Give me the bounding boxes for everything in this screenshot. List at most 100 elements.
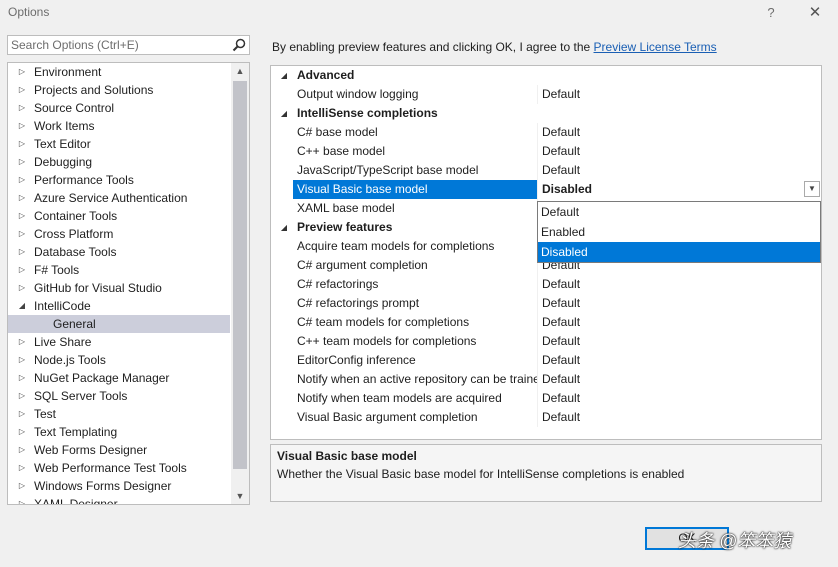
collapsed-arrow-icon[interactable]: ▷ [17,495,27,504]
help-button[interactable]: ? [760,3,782,23]
property-value[interactable]: Default [542,85,580,104]
property-value[interactable]: Default [542,351,580,370]
property-row[interactable]: C++ team models for completions Default [271,332,821,351]
collapse-chevron-icon[interactable]: ◢ [279,66,289,85]
category-row[interactable]: ◢ IntelliSense completions [271,104,821,123]
tree-item[interactable]: ▷ NuGet Package Manager [8,369,230,387]
property-value[interactable]: Default [542,275,580,294]
property-name: JavaScript/TypeScript base model [297,163,479,177]
tree-scrollbar[interactable]: ▲ ▼ [231,63,249,504]
property-value[interactable]: Default [542,389,580,408]
collapsed-arrow-icon[interactable]: ▷ [17,117,27,135]
scroll-down-icon[interactable]: ▼ [231,488,249,504]
tree-item-label: Text Templating [34,425,118,439]
search-box[interactable] [7,35,250,55]
property-row[interactable]: Visual Basic base model Disabled ▼ [271,180,821,199]
tree-item-label: Projects and Solutions [34,83,154,97]
collapse-chevron-icon[interactable]: ◢ [279,218,289,237]
property-row[interactable]: EditorConfig inference Default [271,351,821,370]
property-value[interactable]: Default [542,123,580,142]
collapsed-arrow-icon[interactable]: ▷ [17,225,27,243]
collapsed-arrow-icon[interactable]: ▷ [17,207,27,225]
tree-item[interactable]: ▷ Test [8,405,230,423]
tree-item[interactable]: ▷ SQL Server Tools [8,387,230,405]
collapsed-arrow-icon[interactable]: ▷ [17,243,27,261]
tree-item[interactable]: ▷ Environment [8,63,230,81]
collapsed-arrow-icon[interactable]: ▷ [17,99,27,117]
property-value[interactable]: Default [542,142,580,161]
property-row[interactable]: C# refactorings Default [271,275,821,294]
tree-item[interactable]: ▷ Performance Tools [8,171,230,189]
property-row[interactable]: Notify when team models are acquired Defa… [271,389,821,408]
collapsed-arrow-icon[interactable]: ▷ [17,135,27,153]
collapsed-arrow-icon[interactable]: ▷ [17,441,27,459]
property-row[interactable]: Output window logging Default [271,85,821,104]
tree-item[interactable]: ▷ Work Items [8,117,230,135]
tree-item[interactable]: ▷ Text Templating [8,423,230,441]
dropdown-option[interactable]: Disabled [538,242,820,262]
close-button[interactable]: ✕ [800,2,830,24]
tree-item[interactable]: ▷ Source Control [8,99,230,117]
dropdown-arrow-icon[interactable]: ▼ [804,181,820,197]
tree-item[interactable]: ▷ Debugging [8,153,230,171]
property-row[interactable]: JavaScript/TypeScript base model Default [271,161,821,180]
property-value[interactable]: Default [542,332,580,351]
collapsed-arrow-icon[interactable]: ▷ [17,459,27,477]
property-value[interactable]: Default [542,370,580,389]
search-icon[interactable] [232,38,246,52]
property-row[interactable]: C# refactorings prompt Default [271,294,821,313]
property-row[interactable]: C# team models for completions Default [271,313,821,332]
collapsed-arrow-icon[interactable]: ▷ [17,171,27,189]
tree-item[interactable]: General [8,315,230,333]
tree-item[interactable]: ▷ Web Performance Test Tools [8,459,230,477]
window-title: Options [8,5,50,19]
collapsed-arrow-icon[interactable]: ▷ [17,261,27,279]
category-row[interactable]: ◢ Advanced [271,66,821,85]
property-name: Acquire team models for completions [297,239,495,253]
collapsed-arrow-icon[interactable]: ▷ [17,189,27,207]
collapsed-arrow-icon[interactable]: ▷ [17,423,27,441]
collapsed-arrow-icon[interactable]: ▷ [17,153,27,171]
dropdown-option[interactable]: Default [538,202,820,222]
collapsed-arrow-icon[interactable]: ▷ [17,405,27,423]
collapse-chevron-icon[interactable]: ◢ [279,104,289,123]
tree-item[interactable]: ▷ Container Tools [8,207,230,225]
tree-item[interactable]: ▷ Azure Service Authentication [8,189,230,207]
tree-item[interactable]: ▷ Live Share [8,333,230,351]
collapsed-arrow-icon[interactable]: ▷ [17,351,27,369]
collapsed-arrow-icon[interactable]: ▷ [17,333,27,351]
tree-item[interactable]: ▷ Text Editor [8,135,230,153]
tree-item[interactable]: ▷ Node.js Tools [8,351,230,369]
collapsed-arrow-icon[interactable]: ▷ [17,369,27,387]
property-row[interactable]: Notify when an active repository can be … [271,370,821,389]
tree-item[interactable]: ▷ Database Tools [8,243,230,261]
collapsed-arrow-icon[interactable]: ▷ [17,279,27,297]
expanded-arrow-icon[interactable]: ◢ [17,297,27,315]
property-row[interactable]: Visual Basic argument completion Default [271,408,821,427]
preview-license-link[interactable]: Preview License Terms [594,40,717,54]
tree-item[interactable]: ▷ XAML Designer [8,495,230,504]
tree-item[interactable]: ▷ Projects and Solutions [8,81,230,99]
property-row[interactable]: C# base model Default [271,123,821,142]
collapsed-arrow-icon[interactable]: ▷ [17,63,27,81]
tree-item[interactable]: ▷ GitHub for Visual Studio [8,279,230,297]
tree-item[interactable]: ▷ Windows Forms Designer [8,477,230,495]
dropdown-option[interactable]: Enabled [538,222,820,242]
collapsed-arrow-icon[interactable]: ▷ [17,81,27,99]
collapsed-arrow-icon[interactable]: ▷ [17,477,27,495]
scroll-up-icon[interactable]: ▲ [231,63,249,79]
collapsed-arrow-icon[interactable]: ▷ [17,387,27,405]
tree-item[interactable]: ▷ Cross Platform [8,225,230,243]
search-input[interactable] [11,37,229,53]
property-row[interactable]: C++ base model Default [271,142,821,161]
tree-item[interactable]: ◢ IntelliCode [8,297,230,315]
tree-item[interactable]: ▷ Web Forms Designer [8,441,230,459]
property-value[interactable]: Default [542,294,580,313]
property-value[interactable]: Default [542,161,580,180]
property-name: C# refactorings prompt [297,296,420,310]
scroll-thumb[interactable] [233,81,247,469]
tree-item[interactable]: ▷ F# Tools [8,261,230,279]
property-value[interactable]: Default [542,408,580,427]
property-value[interactable]: Disabled [542,180,592,199]
property-value[interactable]: Default [542,313,580,332]
